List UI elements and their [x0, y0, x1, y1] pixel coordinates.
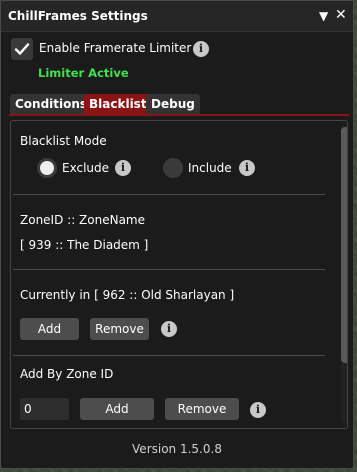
add-by-zone-id-label: Add By Zone ID: [20, 367, 114, 381]
add-current-zone-button[interactable]: Add: [20, 318, 79, 340]
include-radio[interactable]: [163, 158, 183, 178]
blacklist-panel: Blacklist Mode Exclude i Include i ZoneI…: [10, 120, 348, 429]
title-bar[interactable]: ChillFrames Settings ▼ ✕: [1, 1, 353, 32]
divider: [13, 269, 325, 270]
info-icon[interactable]: i: [161, 321, 177, 337]
version-label: Version 1.5.0.8: [132, 442, 222, 456]
window-title: ChillFrames Settings: [8, 9, 148, 23]
include-label: Include: [188, 161, 232, 175]
divider: [13, 194, 325, 195]
checkmark-icon: [14, 43, 30, 55]
settings-window: ChillFrames Settings ▼ ✕ Enable Framerat…: [0, 0, 354, 469]
enable-limiter-label: Enable Framerate Limiter: [39, 41, 192, 55]
zone-list-item[interactable]: [ 939 :: The Diadem ]: [20, 238, 148, 252]
collapse-icon[interactable]: ▼: [319, 8, 328, 24]
current-zone-label: Currently in [ 962 :: Old Sharlayan ]: [20, 288, 235, 302]
tab-conditions[interactable]: Conditions: [10, 94, 93, 114]
info-icon[interactable]: i: [193, 41, 209, 57]
exclude-radio[interactable]: [37, 158, 57, 178]
remove-current-zone-button[interactable]: Remove: [90, 318, 149, 340]
zone-list-header: ZoneID :: ZoneName: [20, 213, 145, 227]
tab-blacklist[interactable]: Blacklist: [84, 94, 152, 114]
limiter-status: Limiter Active: [38, 66, 129, 80]
close-icon[interactable]: ✕: [335, 7, 347, 23]
blacklist-mode-label: Blacklist Mode: [20, 134, 107, 148]
remove-zone-id-button[interactable]: Remove: [165, 398, 239, 420]
info-icon[interactable]: i: [239, 160, 255, 176]
zone-id-input[interactable]: 0: [20, 398, 69, 420]
scrollbar-thumb[interactable]: [341, 127, 347, 363]
tab-underline: [9, 114, 349, 116]
info-icon[interactable]: i: [250, 402, 266, 418]
exclude-label: Exclude: [62, 161, 110, 175]
enable-limiter-checkbox[interactable]: [11, 38, 33, 60]
divider: [13, 355, 325, 356]
tab-debug[interactable]: Debug: [146, 94, 200, 114]
info-icon[interactable]: i: [115, 160, 131, 176]
add-zone-id-button[interactable]: Add: [80, 398, 154, 420]
